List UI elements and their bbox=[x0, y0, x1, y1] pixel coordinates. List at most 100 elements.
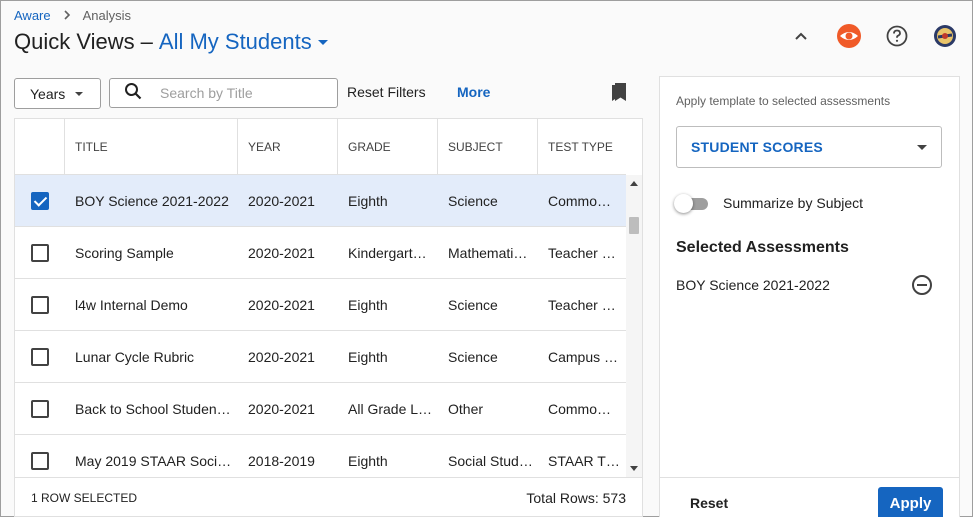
page-title: Quick Views – All My Students bbox=[14, 29, 328, 55]
row-checkbox[interactable] bbox=[31, 347, 49, 366]
row-select-cell bbox=[15, 347, 65, 366]
column-header-year[interactable]: YEAR bbox=[238, 119, 338, 175]
table-row[interactable]: BOY Science 2021-2022 2020-2021 Eighth S… bbox=[15, 175, 626, 227]
template-panel: Apply template to selected assessments S… bbox=[659, 76, 960, 517]
cell-test-type: Campus … bbox=[548, 348, 619, 365]
row-checkbox[interactable] bbox=[31, 451, 49, 470]
cell-year: 2020-2021 bbox=[248, 192, 315, 209]
cell-test-type: Teacher … bbox=[548, 296, 616, 313]
summarize-by-subject-toggle[interactable] bbox=[674, 193, 712, 213]
row-checkbox[interactable] bbox=[31, 399, 49, 418]
summarize-label: Summarize by Subject bbox=[723, 195, 864, 211]
summarize-toggle-row: Summarize by Subject bbox=[674, 193, 863, 213]
caret-down-icon bbox=[75, 91, 84, 96]
template-select-value: STUDENT SCORES bbox=[691, 139, 823, 155]
row-select-cell bbox=[15, 243, 65, 262]
cell-year: 2020-2021 bbox=[248, 244, 315, 261]
cell-title: Scoring Sample bbox=[75, 244, 174, 261]
row-select-cell bbox=[15, 191, 65, 210]
template-select[interactable]: STUDENT SCORES bbox=[676, 126, 942, 168]
bookmarks-icon[interactable] bbox=[609, 81, 629, 108]
app-window: Aware Analysis Quick Views – All My Stud… bbox=[0, 0, 973, 517]
column-header-grade[interactable]: GRADE bbox=[338, 119, 438, 175]
help-icon[interactable] bbox=[884, 23, 910, 49]
cell-test-type: Teacher … bbox=[548, 244, 616, 261]
scrollbar-thumb[interactable] bbox=[629, 217, 639, 234]
remove-circle-icon[interactable] bbox=[912, 275, 932, 295]
cell-subject: Science bbox=[448, 192, 498, 209]
table-footer: 1 ROW SELECTED Total Rows: 573 bbox=[15, 477, 642, 517]
rows-selected-count: 1 ROW SELECTED bbox=[31, 490, 138, 505]
cell-subject: Social Stud… bbox=[448, 452, 533, 469]
cell-subject: Science bbox=[448, 348, 498, 365]
view-selector-label: All My Students bbox=[158, 29, 312, 54]
breadcrumb-root-link[interactable]: Aware bbox=[14, 8, 51, 23]
search-box bbox=[109, 78, 338, 108]
chevron-right-icon bbox=[63, 8, 71, 23]
row-checkbox[interactable] bbox=[31, 243, 49, 262]
row-select-cell bbox=[15, 451, 65, 470]
cell-year: 2020-2021 bbox=[248, 296, 315, 313]
column-header-title[interactable]: TITLE bbox=[65, 119, 238, 175]
cell-grade: Kindergart… bbox=[348, 244, 427, 261]
chevron-up-icon[interactable] bbox=[788, 23, 814, 49]
template-hint: Apply template to selected assessments bbox=[676, 94, 891, 108]
selected-assessment-item: BOY Science 2021-2022 bbox=[676, 275, 932, 295]
breadcrumb-current: Analysis bbox=[82, 8, 132, 23]
cell-title: l4w Internal Demo bbox=[75, 296, 188, 313]
table-row[interactable]: Lunar Cycle Rubric 2020-2021 Eighth Scie… bbox=[15, 331, 626, 383]
cell-test-type: Commo… bbox=[548, 192, 612, 209]
column-header-test-type[interactable]: TEST TYPE bbox=[538, 119, 626, 175]
cell-test-type: STAAR T… bbox=[548, 452, 620, 469]
avatar[interactable] bbox=[932, 23, 958, 49]
table-header: TITLE YEAR GRADE SUBJECT TEST TYPE bbox=[15, 119, 626, 175]
cell-year: 2020-2021 bbox=[248, 400, 315, 417]
cell-year: 2020-2021 bbox=[248, 348, 315, 365]
more-button[interactable]: More bbox=[457, 84, 490, 100]
row-checkbox[interactable] bbox=[31, 295, 49, 314]
search-input[interactable] bbox=[160, 85, 320, 101]
cell-subject: Science bbox=[448, 296, 498, 313]
title-separator: – bbox=[140, 29, 153, 54]
header-select-cell bbox=[15, 119, 65, 175]
cell-grade: Eighth bbox=[348, 348, 388, 365]
cell-grade: Eighth bbox=[348, 192, 388, 209]
row-select-cell bbox=[15, 295, 65, 314]
cell-year: 2018-2019 bbox=[248, 452, 315, 469]
reset-button[interactable]: Reset bbox=[690, 495, 728, 511]
table-row[interactable]: May 2019 STAAR Soci… 2018-2019 Eighth So… bbox=[15, 435, 626, 477]
view-selector[interactable]: All My Students bbox=[159, 29, 328, 55]
table-row[interactable]: Scoring Sample 2020-2021 Kindergart… Mat… bbox=[15, 227, 626, 279]
table-scrollbar[interactable] bbox=[626, 175, 642, 477]
cell-grade: Eighth bbox=[348, 296, 388, 313]
cell-subject: Mathemati… bbox=[448, 244, 528, 261]
page-title-text: Quick Views bbox=[14, 29, 135, 54]
years-filter-button[interactable]: Years bbox=[14, 78, 101, 109]
breadcrumb: Aware Analysis bbox=[14, 8, 131, 23]
table-body: BOY Science 2021-2022 2020-2021 Eighth S… bbox=[15, 175, 626, 477]
column-header-subject[interactable]: SUBJECT bbox=[438, 119, 538, 175]
years-filter-label: Years bbox=[30, 85, 66, 102]
toggle-knob bbox=[674, 194, 693, 213]
scroll-down-icon[interactable] bbox=[630, 466, 638, 471]
cell-title: Lunar Cycle Rubric bbox=[75, 348, 195, 365]
cell-test-type: Commo… bbox=[548, 400, 612, 417]
table-row[interactable]: Back to School Studen… 2020-2021 All Gra… bbox=[15, 383, 626, 435]
table-row[interactable]: l4w Internal Demo 2020-2021 Eighth Scien… bbox=[15, 279, 626, 331]
cell-title: BOY Science 2021-2022 bbox=[75, 192, 229, 209]
header-actions bbox=[788, 23, 958, 49]
cell-grade: All Grade L… bbox=[348, 400, 433, 417]
caret-down-icon bbox=[917, 144, 927, 150]
cell-title: May 2019 STAAR Soci… bbox=[75, 452, 232, 469]
cell-title: Back to School Studen… bbox=[75, 400, 231, 417]
row-checkbox[interactable] bbox=[31, 191, 49, 210]
apply-button[interactable]: Apply bbox=[878, 487, 943, 517]
cell-subject: Other bbox=[448, 400, 484, 417]
cell-grade: Eighth bbox=[348, 452, 388, 469]
reset-filters-button[interactable]: Reset Filters bbox=[347, 84, 426, 100]
scroll-up-icon[interactable] bbox=[630, 181, 638, 186]
aware-eye-icon[interactable] bbox=[836, 23, 862, 49]
assessments-table: TITLE YEAR GRADE SUBJECT TEST TYPE BOY S… bbox=[14, 118, 643, 517]
row-select-cell bbox=[15, 399, 65, 418]
panel-footer: Reset Apply bbox=[660, 477, 959, 517]
